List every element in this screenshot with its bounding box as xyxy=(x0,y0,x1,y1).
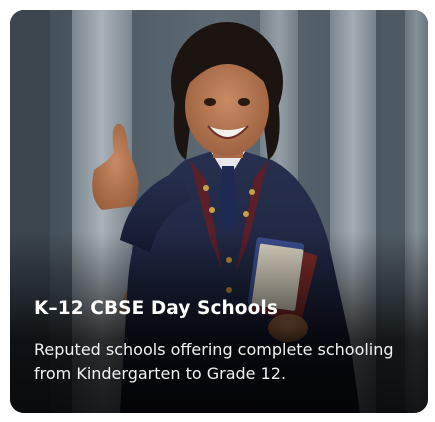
card-text: K–12 CBSE Day Schools Reputed schools of… xyxy=(34,297,408,386)
card-title: K–12 CBSE Day Schools xyxy=(34,298,278,319)
program-card[interactable]: K–12 CBSE Day Schools Reputed schools of… xyxy=(10,10,428,413)
card-description: Reputed schools offering complete school… xyxy=(34,340,394,383)
